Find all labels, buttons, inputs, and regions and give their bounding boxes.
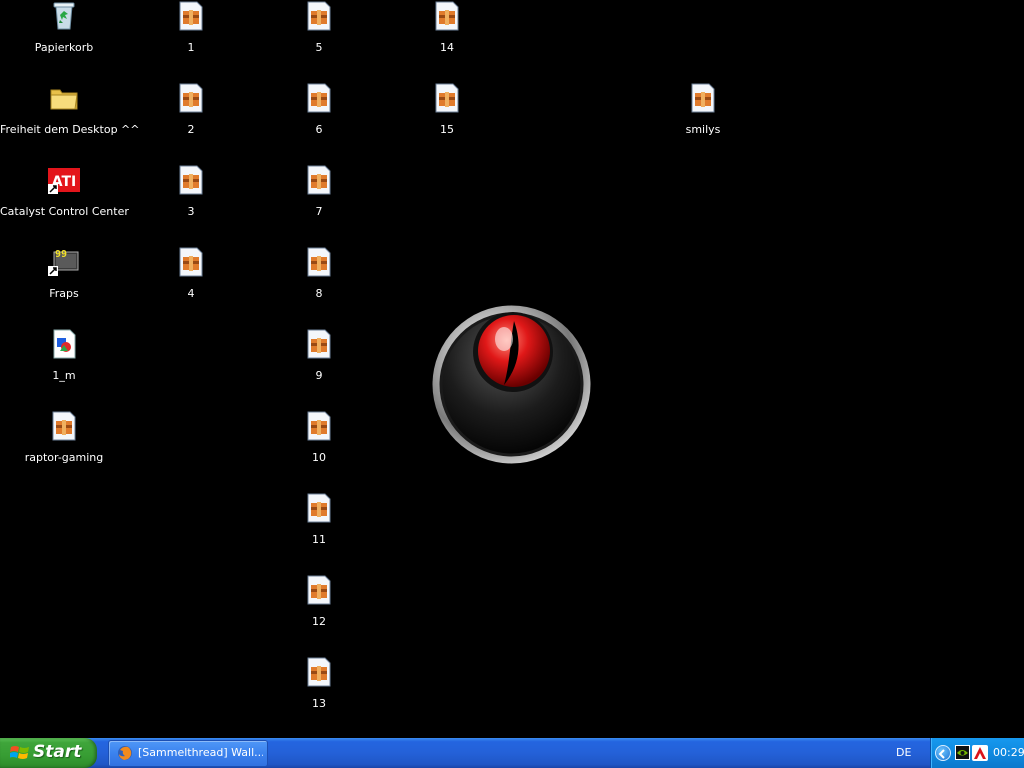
archive-file-icon [303,574,335,606]
desktop-icon-label: Catalyst Control Center [0,205,129,218]
desktop-icon-file-12[interactable]: 12 [255,574,383,628]
fraps-icon: 99 [48,246,80,278]
desktop-icon-folder[interactable]: Freiheit dem Desktop ^^ [0,82,140,136]
antivir-icon[interactable] [972,745,988,761]
desktop-icon-file-4[interactable]: 4 [127,246,255,300]
desktop-icon-file-1[interactable]: 1 [127,0,255,54]
desktop-icon-file-15[interactable]: 15 [383,82,511,136]
desktop-icon-file-14[interactable]: 14 [383,0,511,54]
desktop-icon-label: Papierkorb [34,41,94,54]
desktop-icon-file-8[interactable]: 8 [255,246,383,300]
desktop-icon-label: 10 [312,451,326,464]
tray-collapse-icon[interactable] [935,745,951,761]
archive-file-icon [303,328,335,360]
taskbar-window-title: [Sammelthread] Wall... [138,746,263,759]
archive-file-icon [48,410,80,442]
desktop-icon-file-13[interactable]: 13 [255,656,383,710]
desktop-icon-label: 1 [187,41,195,54]
folder-icon [48,82,80,114]
desktop-icon-label: 11 [312,533,326,546]
desktop-icon-catalyst-control-center[interactable]: ATI Catalyst Control Center [0,164,129,218]
clock[interactable]: 00:29 [993,746,1024,759]
desktop-icon-label: 5 [315,41,323,54]
desktop-icon-label: 13 [312,697,326,710]
raptor-eye-logo [430,303,593,466]
desktop-icon-file-6[interactable]: 6 [255,82,383,136]
taskbar-window-button[interactable]: [Sammelthread] Wall... [108,740,268,767]
desktop-icon-label: 9 [315,369,323,382]
archive-file-icon [303,82,335,114]
archive-file-icon [303,164,335,196]
desktop-icon-recycle-bin[interactable]: Papierkorb [0,0,128,54]
start-button[interactable]: Start [0,738,97,768]
nvidia-icon[interactable] [955,745,970,760]
start-label: Start [33,742,82,762]
desktop-icon-smilys[interactable]: smilys [639,82,767,136]
desktop-icon-file-5[interactable]: 5 [255,0,383,54]
archive-file-icon [303,410,335,442]
archive-file-icon [687,82,719,114]
recycle-bin-icon [48,0,80,32]
desktop-icon-label: 1_m [52,369,76,382]
system-tray: 00:29 [930,738,1024,768]
archive-file-icon [175,82,207,114]
desktop-icon-label: Freiheit dem Desktop ^^ [0,123,140,136]
desktop-icon-file-2[interactable]: 2 [127,82,255,136]
desktop-icon-file-11[interactable]: 11 [255,492,383,546]
desktop-icon-label: 3 [187,205,195,218]
desktop-icon-label: smilys [685,123,721,136]
language-indicator[interactable]: DE [896,746,911,759]
desktop-icon-label: raptor-gaming [24,451,104,464]
firefox-icon [117,745,133,761]
fraps-badge-text: 99 [55,249,67,260]
desktop[interactable]: Papierkorb Freiheit dem Desktop ^^ ATI C… [0,0,1024,738]
image-file-icon [48,328,80,360]
desktop-icon-raptor-gaming[interactable]: raptor-gaming [0,410,128,464]
archive-file-icon [175,0,207,32]
desktop-icon-label: 7 [315,205,323,218]
desktop-icon-label: 6 [315,123,323,136]
desktop-icon-file-9[interactable]: 9 [255,328,383,382]
desktop-icon-file-7[interactable]: 7 [255,164,383,218]
archive-file-icon [303,246,335,278]
archive-file-icon [303,0,335,32]
archive-file-icon [303,656,335,688]
desktop-icon-label: 8 [315,287,323,300]
archive-file-icon [303,492,335,524]
desktop-icon-file-10[interactable]: 10 [255,410,383,464]
desktop-icon-label: 4 [187,287,195,300]
desktop-icon-label: Fraps [49,287,79,300]
desktop-icon-label: 15 [440,123,454,136]
desktop-icon-1-m[interactable]: 1_m [0,328,128,382]
desktop-icon-fraps[interactable]: 99 Fraps [0,246,128,300]
desktop-icon-label: 2 [187,123,195,136]
desktop-icon-file-3[interactable]: 3 [127,164,255,218]
ati-logo-icon: ATI [48,164,80,196]
archive-file-icon [175,164,207,196]
desktop-icon-label: 14 [440,41,454,54]
archive-file-icon [431,82,463,114]
archive-file-icon [175,246,207,278]
windows-logo-icon [9,744,30,762]
taskbar: Start [Sammelthread] Wall... DE 00:29 [0,738,1024,768]
desktop-icon-label: 12 [312,615,326,628]
archive-file-icon [431,0,463,32]
